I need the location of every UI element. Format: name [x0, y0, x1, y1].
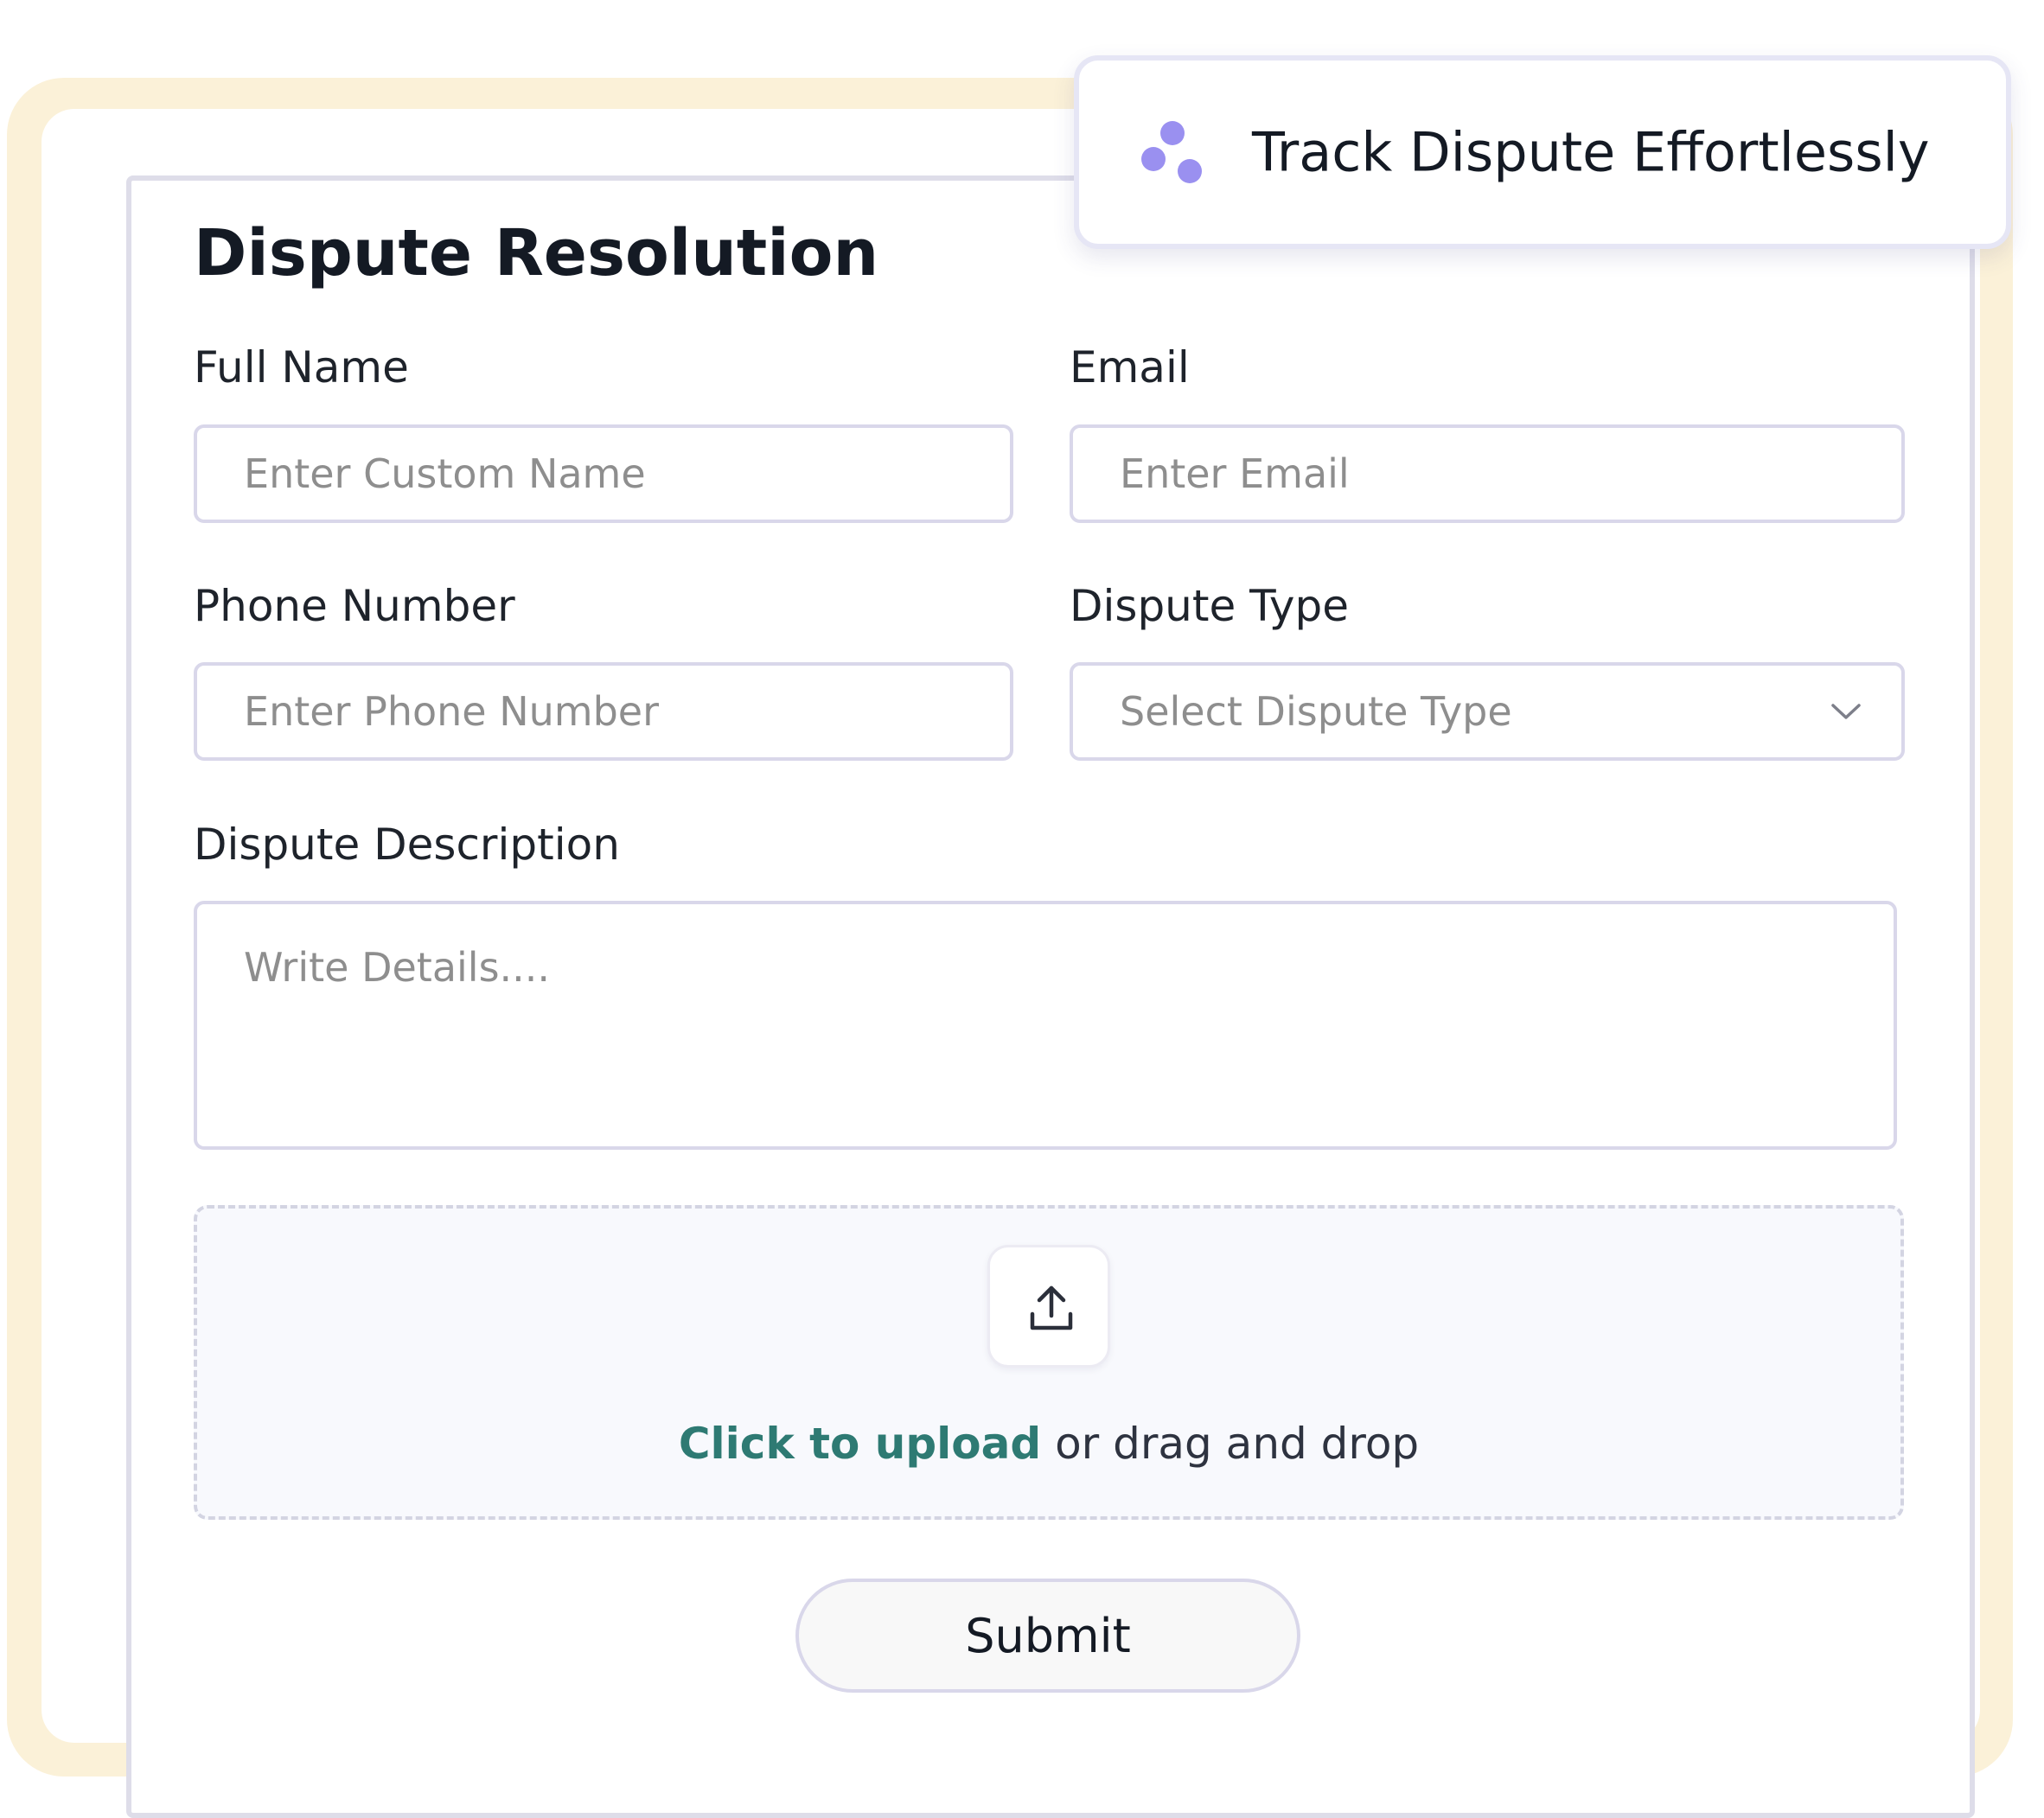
phone-label: Phone Number — [194, 581, 515, 631]
form-title: Dispute Resolution — [194, 216, 879, 290]
dots-icon — [1141, 121, 1202, 183]
upload-button[interactable] — [987, 1245, 1110, 1368]
description-label: Dispute Description — [194, 820, 620, 870]
email-label: Email — [1070, 342, 1190, 392]
submit-button[interactable]: Submit — [795, 1579, 1300, 1693]
track-dispute-callout: Track Dispute Effortlessly — [1074, 55, 2011, 249]
callout-title: Track Dispute Effortlessly — [1252, 120, 1930, 184]
drag-and-drop-text: or drag and drop — [1055, 1419, 1420, 1469]
dispute-type-select[interactable]: Select Dispute Type — [1070, 662, 1905, 761]
dispute-type-selected: Select Dispute Type — [1120, 688, 1512, 735]
click-to-upload-link[interactable]: Click to upload — [679, 1419, 1041, 1469]
description-textarea[interactable] — [194, 901, 1897, 1150]
phone-input[interactable] — [194, 662, 1013, 761]
full-name-label: Full Name — [194, 342, 409, 392]
email-input[interactable] — [1070, 424, 1905, 523]
chevron-down-icon — [1831, 704, 1861, 719]
dispute-type-label: Dispute Type — [1070, 581, 1349, 631]
full-name-input[interactable] — [194, 424, 1013, 523]
upload-instructions: Click to upload or drag and drop — [0, 1422, 2044, 1465]
upload-icon — [1030, 1285, 1073, 1330]
